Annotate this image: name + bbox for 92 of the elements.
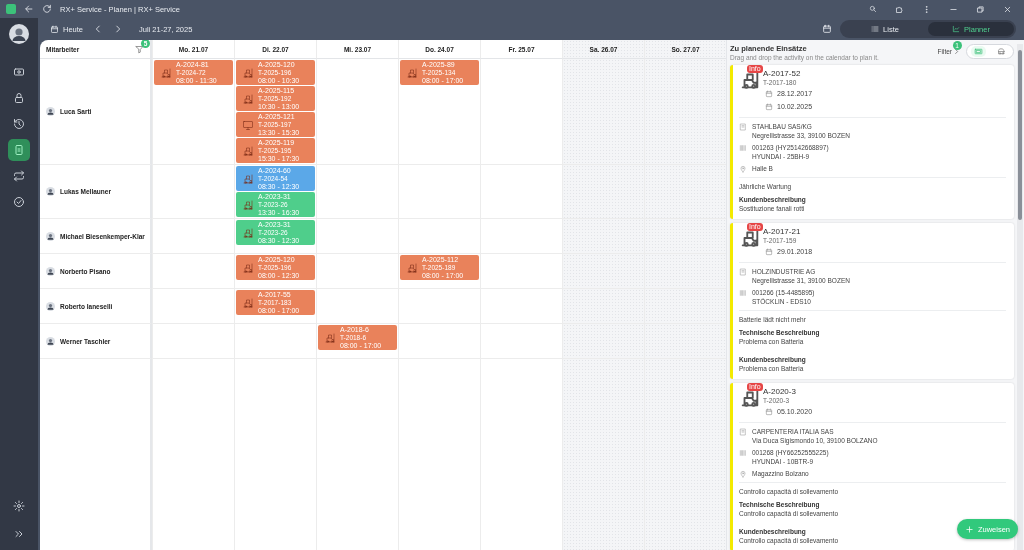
- avatar-icon: [46, 107, 55, 116]
- avatar-icon: [9, 24, 29, 44]
- building-icon: [739, 123, 747, 131]
- calendar-cell[interactable]: [398, 289, 480, 324]
- view-toggle[interactable]: [971, 46, 986, 57]
- chevron-right-icon: [953, 48, 960, 55]
- forklift-icon: [242, 296, 254, 309]
- calendar-cell[interactable]: [562, 324, 644, 359]
- barcode-icon: [739, 449, 747, 457]
- repeat-icon: [13, 170, 25, 182]
- calendar-cell[interactable]: [152, 324, 234, 359]
- job-card[interactable]: [730, 65, 1014, 219]
- calendar-cell[interactable]: [152, 289, 234, 324]
- forklift-icon: [242, 198, 254, 211]
- forklift-icon: [160, 66, 172, 79]
- phone-icon: [13, 144, 25, 156]
- plus-icon: [964, 524, 974, 534]
- app-logo: [6, 4, 16, 14]
- forklift-icon: [242, 92, 254, 105]
- calendar-cell[interactable]: [152, 165, 234, 219]
- forklift-icon: [406, 66, 418, 79]
- avatar-icon: [46, 266, 55, 276]
- scrollbar[interactable]: [1017, 44, 1023, 550]
- calendar-cell[interactable]: [562, 219, 644, 254]
- order-number: A-2020-3: [763, 387, 797, 397]
- job-card[interactable]: [730, 383, 1014, 550]
- pin-icon: [739, 470, 747, 478]
- check-circle-icon: [13, 196, 25, 208]
- pin-icon: [739, 165, 747, 173]
- back-icon: [24, 4, 34, 14]
- forklift-icon: [242, 66, 254, 79]
- avatar-icon: [46, 187, 55, 196]
- avatar-icon: [46, 301, 55, 311]
- monitor-icon: [242, 118, 254, 131]
- avatar-icon: [46, 231, 55, 241]
- settings-icon: [13, 500, 25, 512]
- calendar-icon: [822, 24, 832, 34]
- calendar-cell[interactable]: [316, 165, 398, 219]
- calendar-cell[interactable]: [316, 59, 398, 165]
- next-button[interactable]: [113, 24, 123, 34]
- building-icon: [739, 268, 747, 276]
- calendar-button[interactable]: [822, 24, 832, 34]
- calendar-cell[interactable]: [152, 219, 234, 254]
- forklift-icon: [406, 261, 418, 274]
- filter-icon: [135, 44, 144, 54]
- more-icon: [922, 4, 931, 14]
- previous-button[interactable]: [93, 24, 103, 34]
- calendar-icon: [765, 247, 773, 256]
- calendar-cell[interactable]: [316, 289, 398, 324]
- forklift-icon: [324, 331, 336, 344]
- vehicle-icon: [997, 47, 1006, 56]
- chart-icon: [952, 25, 961, 33]
- refresh-icon: [42, 4, 52, 14]
- forklift-icon: [242, 261, 254, 274]
- calendar-icon: [765, 89, 773, 98]
- calendar-cell[interactable]: [562, 165, 644, 219]
- barcode-icon: [739, 144, 747, 152]
- calendar-cell[interactable]: [152, 254, 234, 289]
- building-icon: [739, 428, 747, 436]
- order-number: A-2017-52: [763, 69, 802, 79]
- forklift-icon: [242, 172, 254, 185]
- list-icon: [871, 25, 880, 33]
- history-icon: [13, 118, 25, 130]
- double-chevron-icon: [13, 528, 25, 540]
- scrollbar-thumb[interactable]: [1018, 50, 1022, 220]
- lock-icon: [13, 92, 25, 104]
- calendar-cell[interactable]: [562, 254, 644, 289]
- calendar-cell[interactable]: [316, 254, 398, 289]
- forklift-icon: [242, 226, 254, 239]
- sidebar-item[interactable]: [8, 139, 30, 161]
- calendar-cell[interactable]: [316, 219, 398, 254]
- calendar-icon: [50, 24, 59, 34]
- puzzle-icon: [895, 4, 904, 14]
- calendar-icon: [765, 407, 773, 416]
- barcode-icon: [739, 289, 747, 297]
- chevron-left-icon: [93, 24, 103, 34]
- calendar-cell[interactable]: [562, 359, 644, 550]
- calendar-cell[interactable]: [562, 289, 644, 324]
- chevron-right-icon: [113, 24, 123, 34]
- calendar-icon: [765, 102, 773, 111]
- calendar-cell[interactable]: [562, 59, 644, 165]
- calendar-cell[interactable]: [398, 219, 480, 254]
- card-icon: [974, 47, 983, 56]
- job-card[interactable]: [730, 223, 1014, 379]
- ticket-icon: [13, 66, 25, 78]
- order-number: A-2017-21: [763, 227, 802, 237]
- calendar-cell[interactable]: [398, 324, 480, 359]
- search-icon: [869, 5, 877, 13]
- avatar-icon: [46, 336, 55, 346]
- close-icon: [1003, 4, 1012, 14]
- restore-icon: [976, 4, 985, 14]
- forklift-icon: [242, 144, 254, 157]
